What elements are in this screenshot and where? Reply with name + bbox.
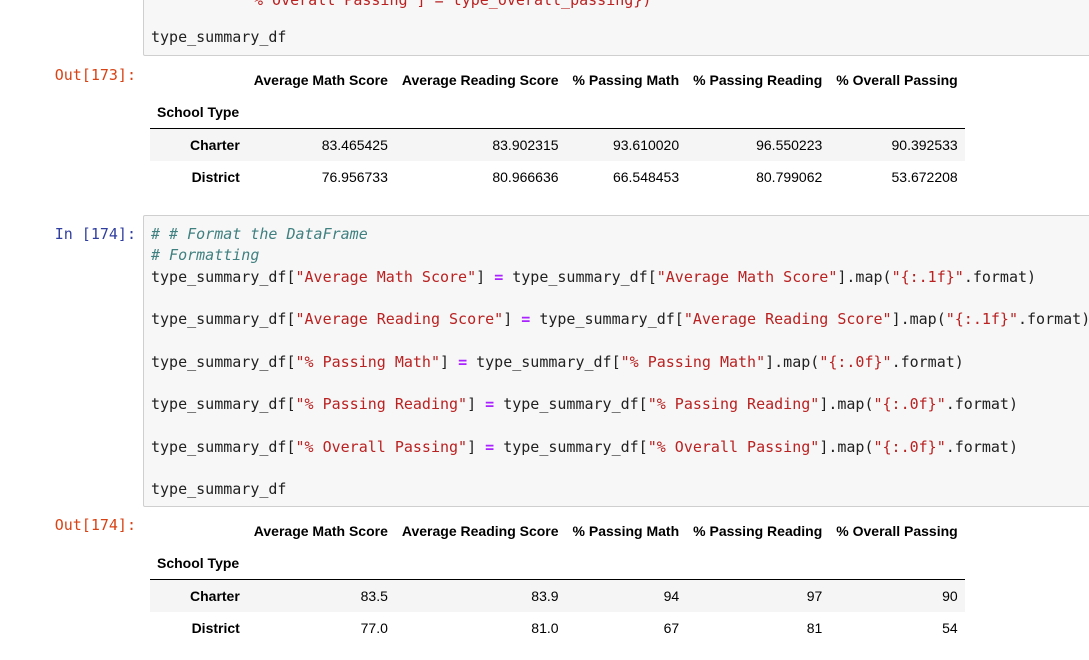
table-cell: 93.610020 bbox=[612, 137, 680, 153]
row-label: District bbox=[191, 620, 240, 636]
table-cell: 53.672208 bbox=[891, 169, 958, 185]
code-line-format: type_summary_df["% Passing Reading"] = t… bbox=[151, 395, 1018, 413]
table-cell: 54 bbox=[942, 620, 958, 636]
table-cell: 66.548453 bbox=[612, 169, 680, 185]
code-line-cut: % Overall Passing"] = type_overall_passi… bbox=[254, 0, 652, 9]
index-name: School Type bbox=[157, 555, 240, 571]
output-table-173: Average Math Score Average Reading Score… bbox=[150, 64, 965, 193]
table-header-row: Average Math Score Average Reading Score… bbox=[150, 64, 965, 96]
index-name-row: School Type bbox=[150, 547, 965, 580]
table-corner bbox=[150, 515, 247, 547]
code-line-last: type_summary_df bbox=[151, 480, 287, 498]
table-cell: 83.465425 bbox=[321, 137, 388, 153]
table-row: Charter 83.5 83.9 94 97 90 bbox=[150, 579, 965, 612]
index-name: School Type bbox=[157, 104, 240, 120]
code-line-format: type_summary_df["Average Reading Score"]… bbox=[151, 310, 1089, 328]
code-line-format: type_summary_df["% Overall Passing"] = t… bbox=[151, 438, 1018, 456]
table-cell: 81 bbox=[806, 620, 823, 636]
column-header: Average Reading Score bbox=[401, 523, 559, 539]
table-corner bbox=[150, 64, 247, 96]
code-line-format: type_summary_df["% Passing Math"] = type… bbox=[151, 353, 964, 371]
table-cell: 83.902315 bbox=[492, 137, 559, 153]
index-name-row: School Type bbox=[150, 96, 965, 129]
code-cell-174[interactable]: # # Format the DataFrame # Formatting ty… bbox=[143, 215, 1089, 507]
table-cell: 83.9 bbox=[531, 588, 559, 604]
table-cell: 90 bbox=[942, 588, 958, 604]
out-prompt-174: Out[174]: bbox=[54, 516, 136, 534]
column-header: % Overall Passing bbox=[836, 523, 958, 539]
column-header: % Passing Reading bbox=[693, 72, 823, 88]
table-cell: 96.550223 bbox=[756, 137, 823, 153]
table-cell: 67 bbox=[663, 620, 680, 636]
table-cell: 83.5 bbox=[360, 588, 388, 604]
row-label: District bbox=[191, 169, 240, 185]
column-header: % Overall Passing bbox=[836, 72, 958, 88]
code-cell-173[interactable]: % Overall Passing"] = type_overall_passi… bbox=[143, 0, 1089, 56]
table-cell: 81.0 bbox=[531, 620, 559, 636]
in-prompt-174: In [174]: bbox=[54, 225, 136, 243]
table-row: Charter 83.465425 83.902315 93.610020 96… bbox=[150, 128, 965, 161]
output-table-174: Average Math Score Average Reading Score… bbox=[150, 515, 965, 644]
table-row: District 76.956733 80.966636 66.548453 8… bbox=[150, 161, 965, 193]
out-prompt-173: Out[173]: bbox=[54, 66, 136, 84]
table-cell: 80.799062 bbox=[756, 169, 823, 185]
table-cell: 90.392533 bbox=[891, 137, 958, 153]
row-label: Charter bbox=[190, 588, 240, 604]
table-cell: 94 bbox=[663, 588, 680, 604]
column-header: % Passing Reading bbox=[693, 523, 823, 539]
code-comment: # Formatting bbox=[151, 246, 260, 264]
column-header: Average Reading Score bbox=[401, 72, 559, 88]
code-line-format: type_summary_df["Average Math Score"] = … bbox=[151, 268, 1037, 286]
table-cell: 80.966636 bbox=[492, 169, 559, 185]
code-line-last: type_summary_df bbox=[151, 28, 287, 46]
column-header: % Passing Math bbox=[572, 72, 680, 88]
table-header-row: Average Math Score Average Reading Score… bbox=[150, 515, 965, 547]
table-cell: 76.956733 bbox=[321, 169, 388, 185]
table-cell: 97 bbox=[806, 588, 823, 604]
column-header: Average Math Score bbox=[253, 523, 388, 539]
column-header: % Passing Math bbox=[572, 523, 680, 539]
table-cell: 77.0 bbox=[360, 620, 388, 636]
column-header: Average Math Score bbox=[253, 72, 388, 88]
code-comment: # # Format the DataFrame bbox=[151, 225, 368, 243]
table-row: District 77.0 81.0 67 81 54 bbox=[150, 612, 965, 644]
row-label: Charter bbox=[190, 137, 240, 153]
